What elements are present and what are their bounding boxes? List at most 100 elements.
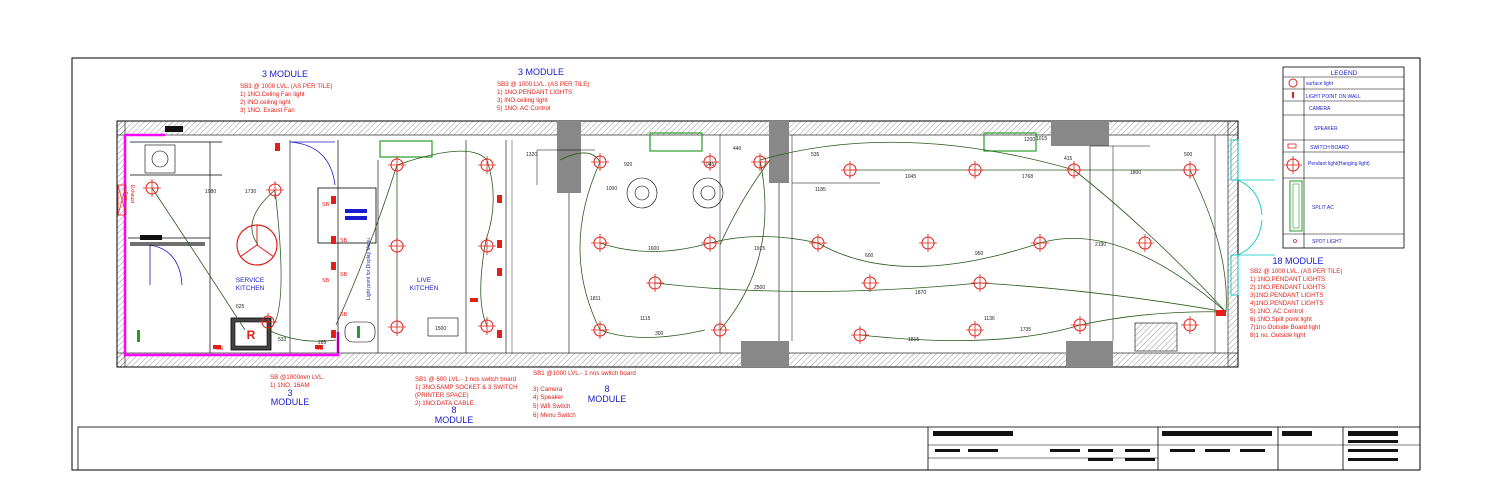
sb-tag: SB: [322, 278, 330, 284]
wall-light-icon: [1292, 92, 1294, 98]
electrical-layout-drawing: SERVICE KITCHEN LIVE KITCHEN Light point…: [71, 57, 1421, 471]
dim-label: 285: [318, 340, 327, 346]
module-note-bottom-sb1a: SB1 @ 600 LVL.- 1 nos switch board 1) 3N…: [415, 376, 518, 425]
dim-label: 1915: [754, 246, 765, 252]
module-line: (PRINTER SPACE): [415, 392, 469, 399]
module-line: 5) Wifi Switch: [533, 403, 571, 410]
dim-label: 600: [865, 253, 874, 259]
legend-item-spot-light: SPOT LIGHT: [1312, 239, 1342, 245]
dim-label: 440: [733, 146, 742, 152]
module-line: 6) Menu Switch: [533, 412, 576, 419]
module-line: 3) 1NO. Exaust Fan: [240, 107, 295, 114]
module-line: 6) 1NO.Spilt point light: [1250, 316, 1312, 323]
column: [1066, 341, 1113, 367]
dim-label: 1980: [205, 189, 216, 195]
module-line: 5) 1NO. AC Control: [1250, 308, 1303, 315]
module-line: 1) 1NO.Celing Fan light: [240, 91, 305, 98]
dim-label: 945: [706, 162, 715, 168]
legend-item-pendant: Pendant light(Hanging light): [1308, 161, 1370, 167]
module-line: 5) 1NO. AC Control: [497, 105, 550, 112]
menu-light-label: Light point for Display Menu: [366, 238, 372, 300]
module-line: SB1 @ 600 LVL.- 1 nos switch board: [415, 376, 517, 383]
exhaust-label-1: Exhaust: [129, 185, 135, 204]
dim-label: 1500: [435, 326, 446, 332]
module-line: 3)1NO.PENDANT LIGHTS: [1250, 292, 1323, 299]
module-title: 18 MODULE: [1272, 256, 1323, 266]
legend-item-switch-board: SWITCH BOARD: [1310, 145, 1349, 151]
dim-label: 920: [624, 162, 633, 168]
dim-label: 1600: [648, 246, 659, 252]
service-kitchen-line1: SERVICE: [236, 277, 265, 284]
module-title: SB1 @1000 LVL.- 1 nos switch board: [533, 370, 636, 377]
dim-label: 1185: [815, 187, 826, 193]
dimension-labels: 1980 1730 1320 1200 1500 1045 1768 1800 …: [205, 136, 1193, 346]
dim-label: 1115: [640, 316, 651, 322]
dim-label: 1811: [590, 296, 601, 302]
module-line: 4)1NO.PENDANT LIGHTS: [1250, 300, 1323, 307]
legend-item-camera: CAMERA: [1309, 106, 1331, 112]
module-line: SB3 @ 1000 LVL. (AS PER TILE): [240, 83, 332, 90]
legend-title: LEGEND: [1331, 70, 1358, 77]
camera-icon: [165, 126, 183, 132]
dim-label: 533: [278, 337, 287, 343]
module-line: 1) 1NO.PENDANT LIGHTS: [1250, 276, 1325, 283]
pendant-lights: [142, 152, 1200, 345]
legend-item-speaker: SPEAKER: [1314, 126, 1338, 132]
sb-tag: SB: [322, 202, 330, 208]
column: [769, 121, 789, 183]
module-word: MODULE: [435, 415, 474, 425]
dim-label: 1045: [905, 174, 916, 180]
dim-label: 2500: [754, 285, 765, 291]
sheet-border: [71, 57, 1421, 471]
sb-tag: SB: [340, 238, 348, 244]
dim-label: 1870: [915, 290, 926, 296]
dim-label: 500: [1184, 152, 1193, 158]
dim-label: 1200: [1024, 137, 1035, 143]
fridge-mark: R: [247, 328, 256, 342]
module-title: 3 MODULE: [262, 69, 308, 79]
dim-label: 1735: [1020, 327, 1031, 333]
dim-label: 415: [1064, 156, 1073, 162]
module-line: 2) 1NO.PENDANT LIGHTS: [1250, 284, 1325, 291]
module-number: 8: [451, 405, 456, 415]
dim-label: 1815: [908, 337, 919, 343]
module-note-bottom-sb: SB @1000mm LVL. 1) 1NO. 16AM 3 MODULE: [270, 374, 325, 407]
dim-label: 1800: [1130, 170, 1141, 176]
legend-item-surface-light: surface light: [1306, 81, 1334, 87]
module-line: SB @1000mm LVL.: [270, 374, 325, 381]
module-line: SB3 @ 1000 LVL. (AS PER TILE): [497, 81, 589, 88]
sb-tag: SB: [216, 346, 224, 352]
sb-tag: SB: [340, 272, 348, 278]
exhaust-label-2: Fan: [122, 192, 128, 201]
dim-label: 2190: [1095, 242, 1106, 248]
dim-label: 535: [811, 152, 820, 158]
module-line: 1) 1NO.PENDANT LIGHTS: [497, 89, 572, 96]
module-note-right: 18 MODULE SB2 @ 1000 LVL. (AS PER TILE) …: [1250, 256, 1342, 339]
dim-label: 1768: [1022, 174, 1033, 180]
module-note-top-center: 3 MODULE SB3 @ 1000 LVL. (AS PER TILE) 1…: [497, 67, 589, 112]
dim-label: 1136: [984, 316, 995, 322]
live-kitchen-line1: LIVE: [417, 277, 432, 284]
service-kitchen-line2: KITCHEN: [236, 285, 265, 292]
legend-item-wall-light: LIGHT POINT ON WALL: [1306, 94, 1361, 100]
dim-label: 1320: [526, 152, 537, 158]
column: [741, 341, 789, 367]
dim-label: 625: [236, 304, 245, 310]
module-line: 2) INO.ceiling light: [240, 99, 291, 106]
column: [1051, 121, 1109, 146]
sb-tag: SB: [340, 312, 348, 318]
dim-label: 1015: [1036, 136, 1047, 142]
module-note-bottom-sb1b: SB1 @1000 LVL.- 1 nos switch board 3) Ca…: [533, 370, 636, 419]
dim-label: 1000: [606, 186, 617, 192]
module-number: 8: [604, 384, 609, 394]
module-line: 1) 3NO.5AMP SOCKET & 3 SWITCH: [415, 384, 518, 391]
module-title: 3 MODULE: [518, 67, 564, 77]
module-line: 8)1 no. Outside light: [1250, 332, 1306, 339]
legend: LEGEND surface light LIGHT POINT ON WALL…: [1282, 66, 1405, 249]
module-note-top-left: 3 MODULE SB3 @ 1000 LVL. (AS PER TILE) 1…: [240, 69, 332, 114]
sb-tag: SB: [316, 346, 324, 352]
live-kitchen-line2: KITCHEN: [410, 285, 439, 292]
module-line: SB2 @ 1000 LVL. (AS PER TILE): [1250, 268, 1342, 275]
module-line: 2) 1NO.DATA CABLE.: [415, 400, 476, 407]
dim-label: 1730: [245, 189, 256, 195]
